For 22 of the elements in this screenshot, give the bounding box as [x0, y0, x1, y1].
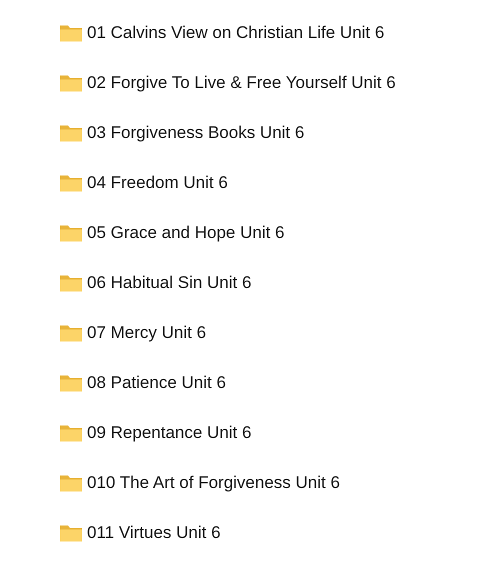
folder-name[interactable]: 07 Mercy Unit 6	[87, 320, 206, 346]
folder-icon	[59, 23, 83, 43]
folder-icon	[59, 523, 83, 543]
folder-name[interactable]: 05 Grace and Hope Unit 6	[87, 220, 285, 246]
folder-name[interactable]: 02 Forgive To Live & Free Yourself Unit 6	[87, 70, 396, 96]
folder-name[interactable]: 011 Virtues Unit 6	[87, 520, 221, 546]
folder-icon	[59, 123, 83, 143]
folder-name[interactable]: 010 The Art of Forgiveness Unit 6	[87, 470, 340, 496]
folder-name[interactable]: 06 Habitual Sin Unit 6	[87, 270, 252, 296]
folder-icon	[59, 473, 83, 493]
folder-name[interactable]: 08 Patience Unit 6	[87, 370, 226, 396]
folder-name[interactable]: 01 Calvins View on Christian Life Unit 6	[87, 20, 384, 46]
folder-icon	[59, 73, 83, 93]
folder-icon	[59, 373, 83, 393]
folder-name[interactable]: 09 Repentance Unit 6	[87, 420, 252, 446]
folder-icon	[59, 273, 83, 293]
folder-name[interactable]: 03 Forgiveness Books Unit 6	[87, 120, 304, 146]
folder-icon	[59, 173, 83, 193]
folder-icon	[59, 223, 83, 243]
folder-icon	[59, 423, 83, 443]
folder-name[interactable]: 04 Freedom Unit 6	[87, 170, 228, 196]
folder-icon	[59, 323, 83, 343]
